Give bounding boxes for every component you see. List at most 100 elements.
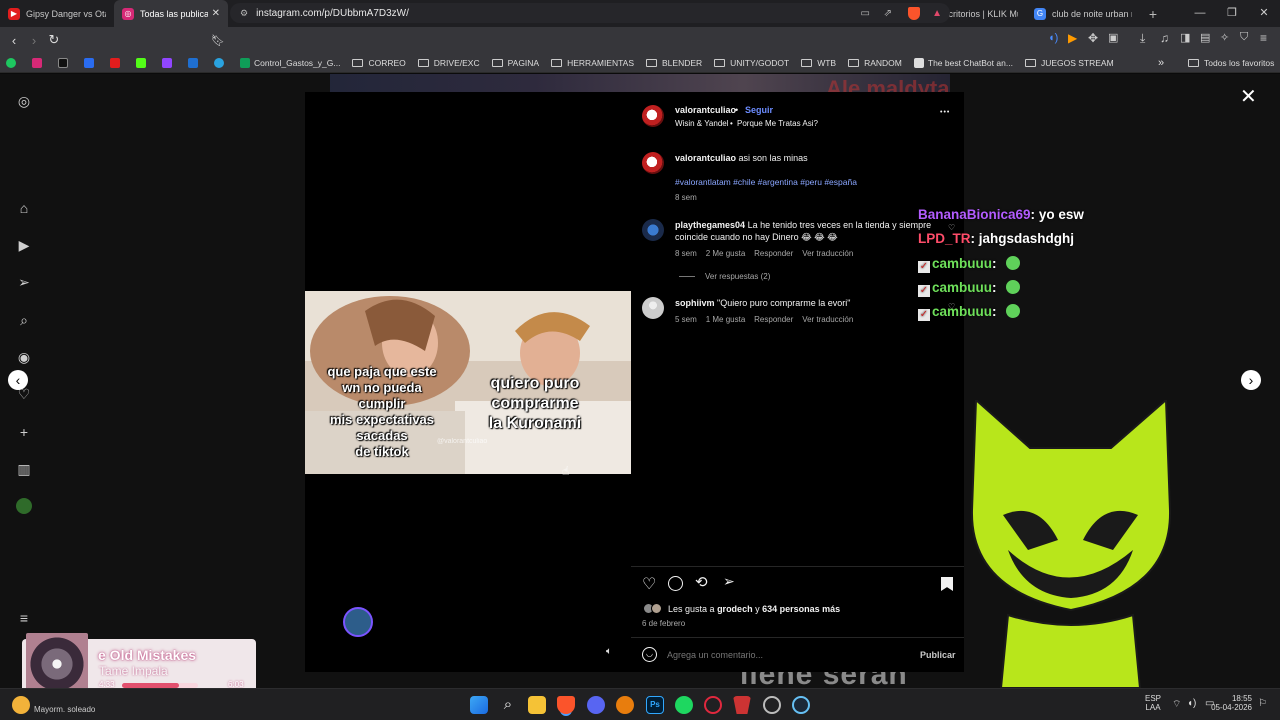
- steam-icon[interactable]: [792, 696, 810, 714]
- download-icon[interactable]: ⤓: [1140, 31, 1145, 46]
- bookmark-page-icon[interactable]: 🔖︎: [208, 34, 228, 47]
- leo-ai-icon[interactable]: ✧: [1220, 31, 1229, 44]
- author-avatar[interactable]: [642, 105, 664, 127]
- notification-center-icon[interactable]: ⚐: [1258, 698, 1267, 709]
- volume-icon[interactable]: ◖): [1187, 698, 1196, 709]
- browser-tab[interactable]: Gclub de noite urban m: [1026, 0, 1140, 27]
- window-extension-icon[interactable]: ▣: [1108, 31, 1118, 44]
- obs-icon[interactable]: [763, 696, 781, 714]
- bookmark-item[interactable]: PAGINA: [491, 58, 539, 68]
- publish-button[interactable]: Publicar: [920, 650, 956, 660]
- spotify-taskbar-icon[interactable]: [675, 696, 693, 714]
- twitch-icon[interactable]: [162, 57, 172, 68]
- comment-icon[interactable]: [668, 576, 683, 591]
- maximize-button[interactable]: ❐: [1216, 0, 1248, 27]
- bookmark-item[interactable]: BLENDER: [646, 58, 702, 68]
- x-icon[interactable]: [58, 57, 68, 68]
- network-icon[interactable]: ⌔: [1172, 698, 1181, 711]
- repost-icon[interactable]: ⟲: [695, 573, 708, 591]
- follow-button[interactable]: Seguir: [745, 105, 773, 115]
- now-playing-widget[interactable]: e Old Mistakes Tame Impala 4:33 6:03: [22, 633, 256, 695]
- wallet-icon[interactable]: ▤: [1200, 31, 1210, 44]
- clock[interactable]: 18:55 05-04-2026: [1210, 694, 1252, 712]
- save-icon[interactable]: [941, 577, 953, 591]
- comment-translate-2[interactable]: Ver traducción: [802, 315, 853, 324]
- comment-likes-2[interactable]: 1 Me gusta: [706, 315, 746, 324]
- likes-count[interactable]: 634 personas más: [762, 604, 840, 614]
- media-icon[interactable]: ♫: [1160, 31, 1169, 45]
- cast-icon[interactable]: ▭: [861, 8, 870, 19]
- vpn-icon[interactable]: ⛉: [1240, 31, 1248, 44]
- messages-icon[interactable]: [84, 57, 94, 68]
- bookmark-item[interactable]: WTB: [801, 58, 836, 68]
- youtube-icon[interactable]: [110, 57, 120, 68]
- comment-avatar-2[interactable]: [642, 297, 664, 319]
- emoji-icon[interactable]: ◡: [642, 647, 657, 662]
- mute-icon[interactable]: 🔈︎: [606, 646, 612, 657]
- previous-post-button[interactable]: ‹: [8, 370, 28, 390]
- browser-tab[interactable]: ◎ Todas las publicac ✕: [114, 0, 228, 27]
- browser-tab[interactable]: ▶ Gipsy Danger vs Otach: [0, 0, 114, 27]
- input-language[interactable]: ESP LAA: [1145, 694, 1161, 712]
- like-icon[interactable]: ♡: [642, 574, 656, 594]
- bookmark-item[interactable]: UNITY/GODOT: [714, 58, 789, 68]
- view-replies-button[interactable]: Ver respuestas (2): [705, 272, 770, 281]
- address-bar[interactable]: ⚙ instagram.com/p/DUbbmA7D3zW/ ▭ ⇗ ▲: [230, 3, 950, 23]
- bookmark-item[interactable]: RANDOM: [848, 58, 902, 68]
- more-bookmarks-button[interactable]: »: [1158, 57, 1164, 69]
- more-menu-icon[interactable]: ≡: [16, 610, 32, 626]
- comment-avatar-1[interactable]: [642, 219, 664, 241]
- sidebar-toggle-icon[interactable]: ◨: [1180, 31, 1190, 44]
- share-icon[interactable]: ⇗: [884, 8, 892, 19]
- paypal-icon[interactable]: [188, 57, 198, 68]
- brave-rewards-icon[interactable]: ▲: [932, 8, 942, 19]
- close-tab-icon[interactable]: ✕: [212, 8, 220, 19]
- file-explorer-icon[interactable]: [528, 696, 546, 714]
- bookmark-item[interactable]: Control_Gastos_y_G...: [240, 57, 340, 68]
- weather-desc[interactable]: Mayorm. soleado: [34, 705, 95, 714]
- next-post-button[interactable]: ›: [1241, 370, 1261, 390]
- author-username[interactable]: valorantculiao: [675, 105, 736, 115]
- close-window-button[interactable]: ✕: [1248, 0, 1280, 27]
- taskbar-search-icon[interactable]: ⌕: [499, 696, 517, 714]
- kick-icon[interactable]: [136, 57, 146, 68]
- share-icon[interactable]: ➢: [723, 573, 735, 590]
- comment-reply-1[interactable]: Responder: [754, 249, 793, 258]
- tagged-user-avatar[interactable]: [343, 607, 373, 637]
- close-post-icon[interactable]: ✕: [1240, 84, 1257, 109]
- bookmark-item[interactable]: The best ChatBot an...: [913, 57, 1013, 68]
- comment-user-2[interactable]: sophiivm: [675, 298, 715, 308]
- minimize-button[interactable]: —: [1184, 0, 1216, 27]
- post-media[interactable]: que paja que este wn no pueda cumplir mis e…: [305, 92, 631, 672]
- comment-likes-1[interactable]: 2 Me gusta: [706, 249, 746, 258]
- comment-input[interactable]: [667, 645, 897, 665]
- extensions-icon[interactable]: ✥: [1088, 31, 1098, 45]
- url-text[interactable]: instagram.com/p/DUbbmA7D3zW/: [256, 8, 409, 19]
- site-info-icon[interactable]: ⚙: [240, 8, 248, 19]
- photoshop-icon[interactable]: Ps: [646, 696, 664, 714]
- bookmark-item[interactable]: HERRAMIENTAS: [551, 58, 634, 68]
- home-icon[interactable]: ⌂: [16, 200, 32, 216]
- explore-icon[interactable]: ◉: [16, 349, 32, 365]
- likes-user[interactable]: grodech: [717, 604, 753, 614]
- forward-icon[interactable]: ›: [24, 33, 44, 48]
- caption-author-avatar[interactable]: [642, 152, 664, 174]
- comment-reply-2[interactable]: Responder: [754, 315, 793, 324]
- all-bookmarks-folder[interactable]: Todos los favoritos: [1188, 58, 1274, 68]
- bookmark-item[interactable]: CORREO: [352, 58, 406, 68]
- blender-icon[interactable]: [616, 696, 634, 714]
- telegram-icon[interactable]: [214, 57, 224, 68]
- valorant-icon[interactable]: [733, 696, 751, 714]
- spotify-icon[interactable]: [6, 57, 16, 68]
- create-icon[interactable]: +: [16, 424, 32, 440]
- reload-icon[interactable]: ↻: [44, 32, 64, 48]
- direct-icon[interactable]: ➢: [16, 274, 32, 290]
- song-artist[interactable]: Wisin & Yandel: [675, 119, 729, 128]
- bookmark-item[interactable]: DRIVE/EXC: [417, 58, 480, 68]
- opera-icon[interactable]: [704, 696, 722, 714]
- discord-icon[interactable]: [587, 696, 605, 714]
- weather-icon[interactable]: [12, 696, 30, 714]
- new-tab-button[interactable]: +: [1140, 6, 1166, 22]
- instagram-logo-icon[interactable]: ◎: [16, 93, 32, 109]
- reels-icon[interactable]: ▶: [16, 237, 32, 253]
